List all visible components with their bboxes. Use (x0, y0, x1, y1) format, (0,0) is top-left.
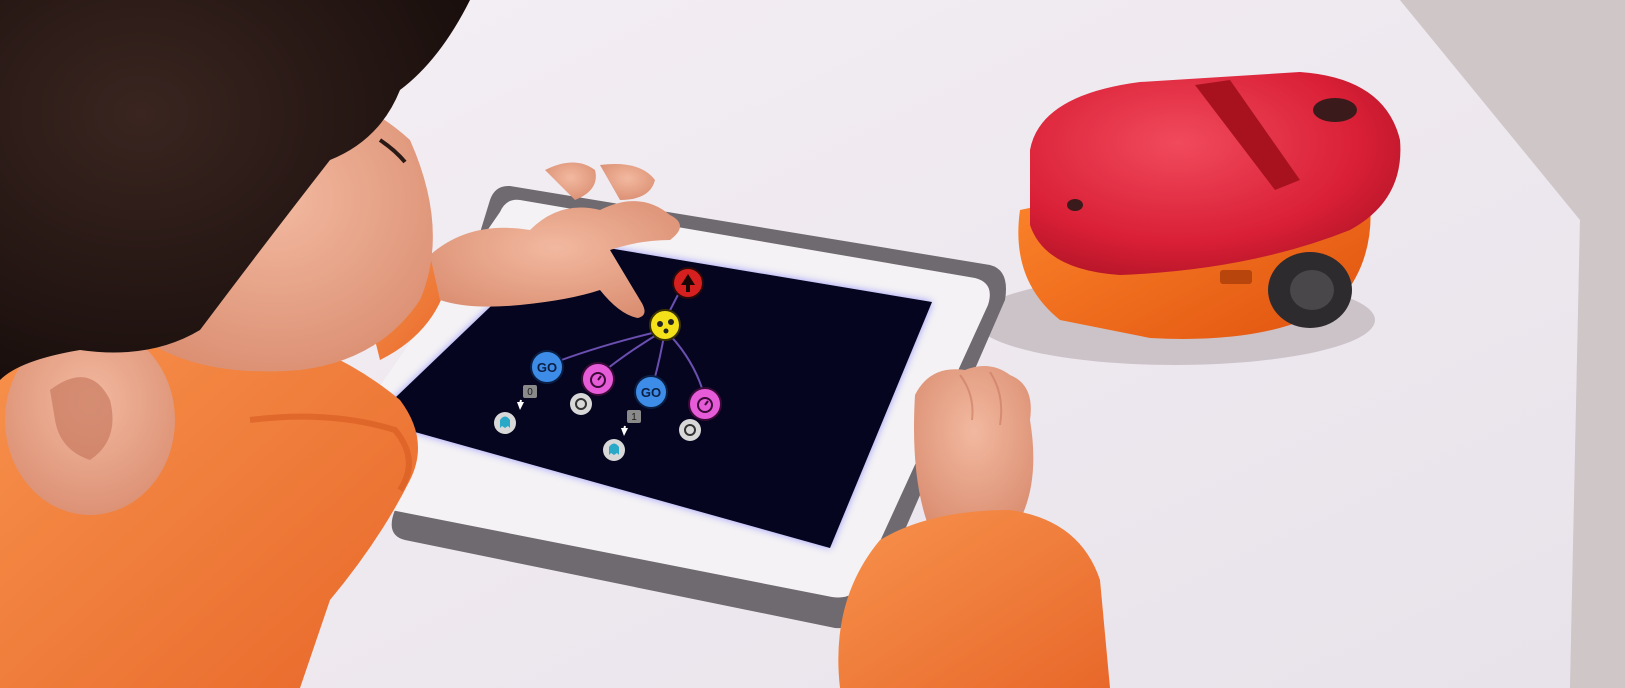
loop-node-1[interactable] (570, 393, 592, 415)
ghost-icon (500, 416, 510, 428)
robot-wheel-hub (1290, 270, 1334, 310)
photo-scene: GO GO 0 1 (0, 0, 1625, 688)
value-badge-text: 1 (631, 412, 637, 423)
start-node[interactable] (672, 267, 704, 299)
robot-sensor-hole (1313, 98, 1357, 122)
ghost-icon (609, 443, 619, 455)
end-node-1[interactable] (494, 412, 516, 434)
timer-node-2[interactable] (688, 387, 722, 421)
robot (1018, 72, 1401, 339)
loop-node-2[interactable] (679, 419, 701, 441)
value-badge-text: 0 (527, 387, 533, 398)
go-node-2[interactable]: GO (634, 375, 668, 409)
robot-port (1220, 270, 1252, 284)
value-badge-1: 0 (523, 385, 537, 398)
sensor-icon (657, 321, 663, 327)
go-node-1[interactable]: GO (530, 350, 564, 384)
go-icon: GO (641, 385, 661, 400)
go-icon: GO (537, 360, 557, 375)
end-node-2[interactable] (603, 439, 625, 461)
value-badge-2: 1 (627, 410, 641, 423)
child-right-hand (914, 366, 1034, 530)
timer-node-1[interactable] (581, 362, 615, 396)
sensor-node[interactable] (649, 309, 681, 341)
robot-eye (1067, 199, 1083, 211)
